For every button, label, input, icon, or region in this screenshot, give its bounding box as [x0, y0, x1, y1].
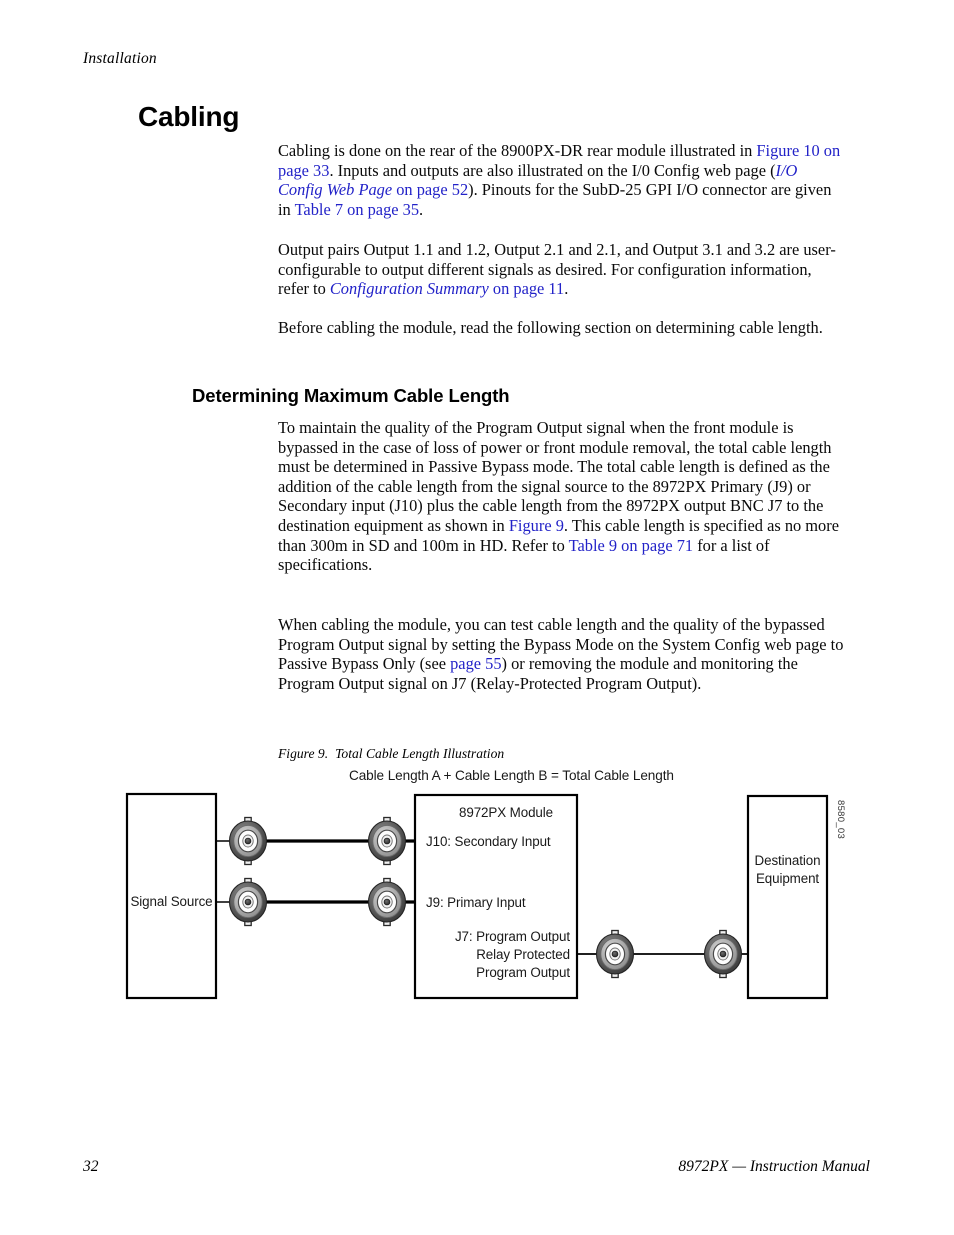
bnc-connector-module-output — [595, 929, 635, 979]
link-figure-9[interactable]: Figure 9 — [509, 516, 564, 535]
link-configuration-summary-page[interactable]: on page 11 — [489, 279, 564, 298]
bnc-connector-source-secondary — [228, 816, 268, 866]
p3-text-1: Before cabling the module, read the foll… — [278, 318, 823, 337]
p2-text-2: . — [564, 279, 569, 299]
link-page-55[interactable]: page 55 — [450, 654, 501, 673]
paragraph-output-pairs: Output pairs Output 1.1 and 1.2, Output … — [278, 240, 844, 299]
destination-equipment-label-line2: Equipment — [756, 871, 819, 886]
figure-caption: Figure 9. Total Cable Length Illustration — [278, 746, 504, 762]
p1-text-1: Cabling is done on the rear of the 8900P… — [278, 141, 757, 160]
link-table-7[interactable]: Table 7 on page 35 — [295, 200, 419, 219]
figure-total-cable-length-diagram: Signal Source 8972PX Module J10: Seconda… — [120, 786, 860, 1016]
p1-text-2: . Inputs and outputs are also illustrate… — [329, 160, 776, 180]
port-label-j9: J9: Primary Input — [426, 895, 526, 910]
destination-equipment-label-line1: Destination — [755, 853, 821, 868]
destination-equipment-box — [746, 794, 829, 1000]
paragraph-before-cabling: Before cabling the module, read the foll… — [278, 318, 844, 338]
document-page: Installation Cabling Cabling is done on … — [0, 0, 954, 1235]
figure-caption-number: Figure 9. — [278, 746, 329, 761]
section-heading-determining-maximum-cable-length: Determining Maximum Cable Length — [192, 385, 510, 406]
paragraph-cabling-intro: Cabling is done on the rear of the 8900P… — [278, 141, 844, 219]
port-label-j7-line2: Relay Protected — [476, 947, 570, 962]
bnc-connector-destination-input — [703, 929, 743, 979]
port-label-j7-line1: J7: Program Output — [455, 929, 570, 944]
port-label-j7-line3: Program Output — [476, 965, 570, 980]
running-head: Installation — [83, 50, 157, 67]
link-io-config-page-number[interactable]: on page 52 — [392, 180, 468, 199]
bnc-connector-module-primary — [367, 877, 407, 927]
page-title: Cabling — [138, 101, 240, 132]
figure-subtitle-equation: Cable Length A + Cable Length B = Total … — [349, 768, 674, 783]
signal-source-label: Signal Source — [130, 894, 212, 909]
port-label-j10: J10: Secondary Input — [426, 834, 551, 849]
figure-caption-title: Total Cable Length Illustration — [335, 746, 505, 761]
artwork-code-label: 8580_03 — [835, 800, 846, 839]
bnc-connector-source-primary — [228, 877, 268, 927]
paragraph-when-cabling: When cabling the module, you can test ca… — [278, 615, 844, 693]
footer-manual-title: 8972PX — Instruction Manual — [678, 1158, 870, 1175]
paragraph-maintain-quality: To maintain the quality of the Program O… — [278, 418, 844, 575]
bnc-connector-module-secondary — [367, 816, 407, 866]
footer-page-number: 32 — [83, 1158, 99, 1175]
link-configuration-summary[interactable]: Configuration Summary — [330, 279, 489, 298]
link-table-9[interactable]: Table 9 on page 71 — [569, 536, 693, 555]
p1-text-4: . — [419, 199, 424, 219]
module-title-label: 8972PX Module — [459, 805, 553, 820]
